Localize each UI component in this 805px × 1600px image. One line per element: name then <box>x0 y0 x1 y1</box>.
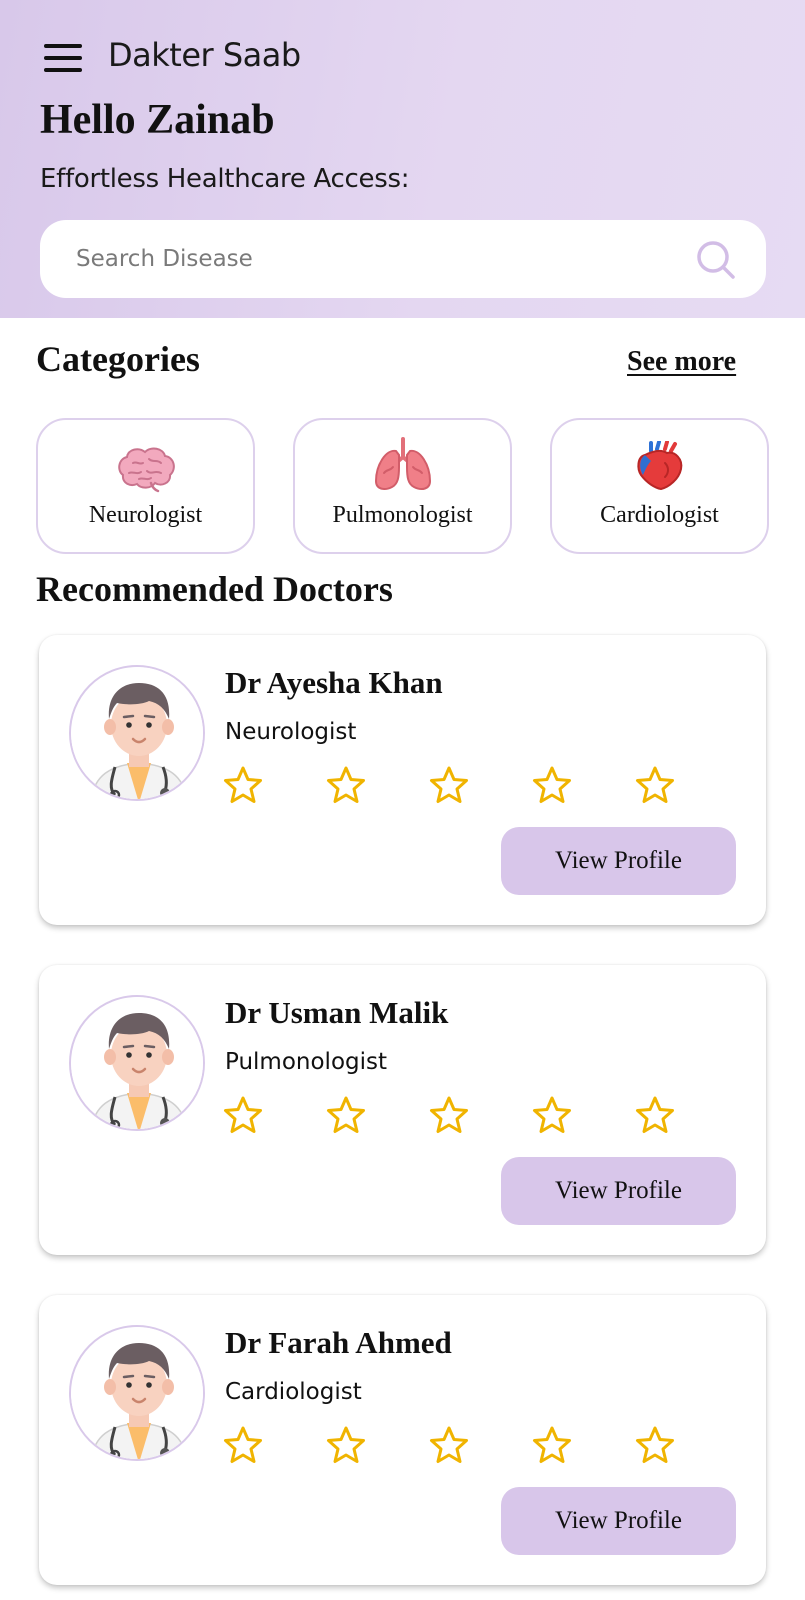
categories-title: Categories <box>36 339 200 379</box>
category-neurologist[interactable]: Neurologist <box>36 418 255 554</box>
star-icon <box>533 1426 571 1463</box>
rating-stars <box>223 1425 683 1465</box>
rating-stars <box>223 765 683 805</box>
app-title: Dakter Saab <box>108 36 301 74</box>
doctor-specialty: Neurologist <box>225 719 357 745</box>
star-icon <box>533 766 571 803</box>
star-icon <box>224 766 262 803</box>
doctor-avatar <box>69 665 205 801</box>
rating-stars <box>223 1095 683 1135</box>
heart-icon <box>629 441 691 494</box>
see-more-link[interactable]: See more <box>627 346 736 378</box>
view-profile-button[interactable]: View Profile <box>501 1157 736 1225</box>
doctor-card: Dr Usman Malik Pulmonologist View Profil… <box>39 965 766 1255</box>
star-icon <box>636 766 674 803</box>
doctor-avatar <box>69 995 205 1131</box>
star-icon <box>636 1426 674 1463</box>
brain-icon <box>115 444 177 494</box>
star-icon <box>636 1096 674 1133</box>
star-icon <box>224 1096 262 1133</box>
doctor-card: Dr Farah Ahmed Cardiologist View Profile <box>39 1295 766 1585</box>
search-bar <box>40 220 766 298</box>
star-icon <box>533 1096 571 1133</box>
search-icon[interactable] <box>694 238 738 282</box>
hamburger-menu-icon[interactable] <box>44 44 84 72</box>
search-input[interactable] <box>76 246 676 272</box>
star-icon <box>430 1426 468 1463</box>
doctor-specialty: Cardiologist <box>225 1379 362 1405</box>
category-label: Pulmonologist <box>332 502 473 528</box>
category-cardiologist[interactable]: Cardiologist <box>550 418 769 554</box>
lungs-icon <box>372 437 434 494</box>
greeting: Hello Zainab <box>40 97 275 143</box>
view-profile-button[interactable]: View Profile <box>501 827 736 895</box>
doctor-name: Dr Ayesha Khan <box>225 665 443 700</box>
doctor-name: Dr Usman Malik <box>225 995 449 1030</box>
doctor-avatar <box>69 1325 205 1461</box>
recommended-doctors-title: Recommended Doctors <box>36 569 393 609</box>
star-icon <box>327 1426 365 1463</box>
category-list: Neurologist Pulmonologist Cardiologist <box>36 418 770 554</box>
doctor-card: Dr Ayesha Khan Neurologist View Profile <box>39 635 766 925</box>
category-label: Neurologist <box>88 502 203 528</box>
doctor-name: Dr Farah Ahmed <box>225 1325 452 1360</box>
star-icon <box>327 766 365 803</box>
star-icon <box>430 1096 468 1133</box>
doctor-specialty: Pulmonologist <box>225 1049 388 1075</box>
category-pulmonologist[interactable]: Pulmonologist <box>293 418 512 554</box>
view-profile-button[interactable]: View Profile <box>501 1487 736 1555</box>
category-label: Cardiologist <box>600 502 719 528</box>
star-icon <box>327 1096 365 1133</box>
star-icon <box>430 766 468 803</box>
header: Dakter Saab Hello Zainab Effortless Heal… <box>0 0 805 318</box>
subtitle: Effortless Healthcare Access: <box>40 164 410 194</box>
star-icon <box>224 1426 262 1463</box>
